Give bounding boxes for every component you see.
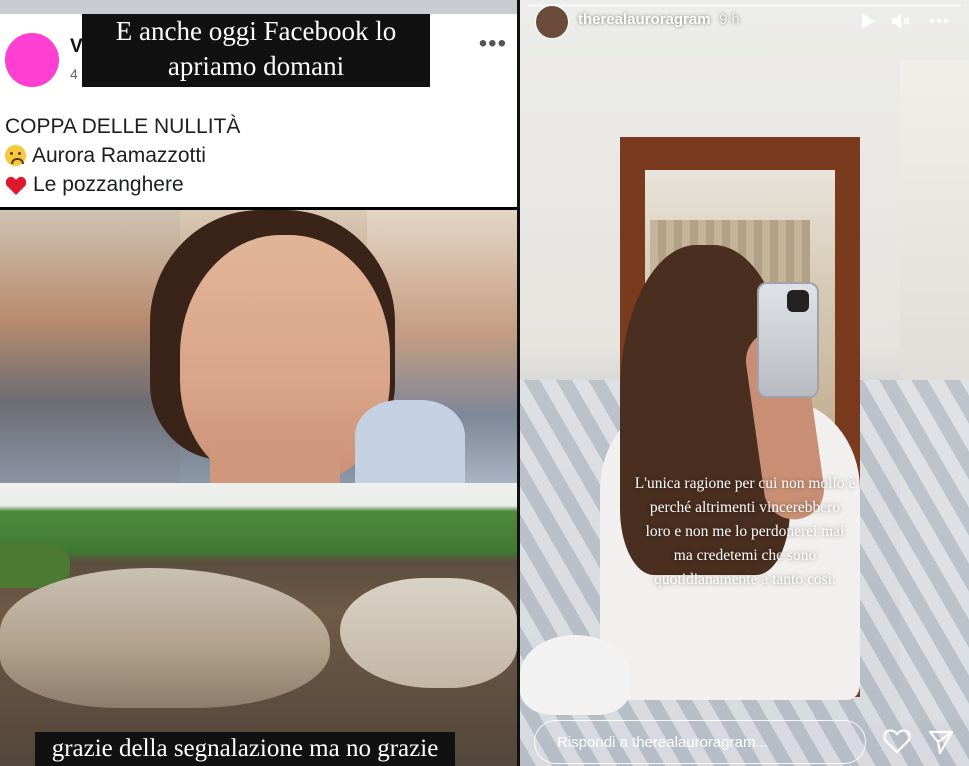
story-text-line: quotidianamente a tanto così. [654, 571, 836, 588]
photo-puddle [0, 568, 330, 708]
post-title: COPPA DELLE NULLITÀ [5, 115, 241, 138]
story-photo-sink [520, 635, 630, 715]
instagram-story: therealauroragram 9 h L'unica ragione pe… [520, 0, 969, 766]
story-time: 9 h [719, 11, 740, 28]
phone-camera [787, 290, 809, 312]
sad-face-icon [5, 145, 26, 166]
author-name[interactable]: V [70, 36, 83, 58]
story-text-line: loro e non me lo perdonerei mai [645, 523, 845, 540]
post-item: Aurora Ramazzotti [5, 141, 240, 170]
story-photo-phone [757, 282, 819, 398]
photo-figure [355, 400, 465, 483]
reply-input[interactable]: Rispondi a therealauroragram... [534, 720, 866, 764]
facebook-post-screenshot: V 4 ••• E anche oggi Facebook lo apriamo… [0, 0, 517, 766]
portrait-photo [0, 207, 517, 486]
story-progress-bar [528, 4, 961, 7]
mute-icon[interactable] [889, 10, 911, 32]
like-heart-icon[interactable] [883, 728, 911, 754]
send-icon[interactable] [927, 728, 955, 756]
more-options-icon[interactable]: ••• [479, 30, 507, 58]
overlay-caption-line2: apriamo domani [167, 51, 345, 81]
more-options-icon[interactable] [928, 10, 950, 32]
bottom-caption: grazie della segnalazione ma no grazie [35, 732, 455, 766]
post-item: Le pozzanghere [5, 170, 240, 199]
play-icon[interactable] [856, 10, 878, 32]
overlay-caption-line1: E anche oggi Facebook lo [115, 16, 397, 46]
overlay-caption: E anche oggi Facebook lo apriamo domani [82, 14, 430, 87]
photo-puddle [340, 578, 517, 688]
author-avatar[interactable] [5, 33, 59, 87]
story-avatar[interactable] [535, 5, 569, 39]
story-text: L'unica ragione per cui non mollo è perc… [560, 472, 930, 592]
reply-placeholder: Rispondi a therealauroragram... [557, 734, 768, 751]
story-text-line: ma credetemi che sono [673, 547, 817, 564]
red-heart-icon [5, 175, 27, 195]
post-item-label: Le pozzanghere [33, 173, 184, 196]
story-username[interactable]: therealauroragram [578, 11, 711, 28]
post-text: COPPA DELLE NULLITÀ Aurora Ramazzotti Le… [5, 112, 240, 199]
puddle-photo [0, 483, 517, 766]
post-time: 4 [70, 66, 78, 82]
story-text-line: L'unica ragione per cui non mollo è [634, 475, 856, 492]
status-bar [0, 0, 517, 14]
story-text-line: perché altrimenti vincerebbero [649, 499, 841, 516]
post-item-label: Aurora Ramazzotti [32, 144, 206, 167]
photo-figure [210, 440, 340, 483]
